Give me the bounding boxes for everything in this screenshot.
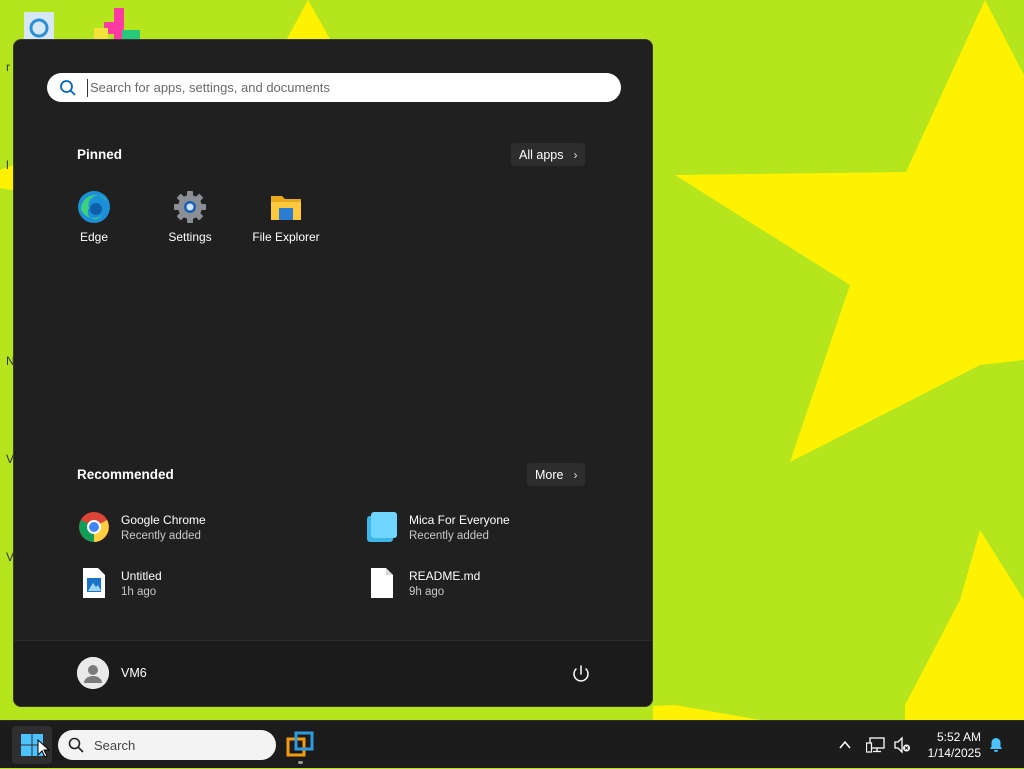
recommended-item-readme[interactable]: README.md 9h ago (365, 563, 635, 603)
user-account-button[interactable]: VM6 (77, 657, 147, 689)
pinned-app-label: Edge (79, 230, 109, 244)
chevron-right-icon: › (573, 147, 578, 162)
image-file-icon (77, 566, 111, 600)
start-menu-footer: VM6 (14, 640, 652, 706)
power-icon[interactable] (570, 663, 592, 685)
pinned-heading: Pinned (77, 147, 123, 162)
start-search-box[interactable] (47, 73, 621, 102)
pinned-app-label: File Explorer (252, 230, 320, 244)
all-apps-label: All apps (519, 147, 564, 162)
recommended-item-subtitle: 1h ago (121, 585, 157, 598)
recommended-item-name: Untitled (121, 568, 162, 583)
settings-gear-icon (173, 190, 207, 224)
recommended-item-chrome[interactable]: Google Chrome Recently added (77, 507, 347, 547)
mica-icon (365, 510, 399, 544)
user-name: VM6 (121, 666, 147, 680)
taskbar-search-label: Search (94, 737, 136, 753)
network-icon[interactable] (864, 721, 888, 769)
pinned-app-file-explorer[interactable]: File Explorer (241, 190, 331, 244)
desktop-label-fragment: l (6, 158, 9, 172)
chevron-right-icon: › (573, 467, 578, 482)
pinned-app-label: Settings (168, 230, 212, 244)
search-icon (68, 737, 84, 753)
taskbar-search-box[interactable]: Search (58, 730, 276, 760)
folder-icon (269, 190, 303, 224)
more-label: More (535, 467, 564, 482)
chevron-up-icon[interactable] (834, 721, 856, 769)
avatar (77, 657, 109, 689)
start-menu: Pinned All apps › Edge (13, 39, 653, 707)
taskbar-clock[interactable]: 5:52 AM 1/14/2025 (928, 729, 981, 761)
mouse-cursor-icon (37, 739, 51, 758)
chrome-icon (77, 510, 111, 544)
recommended-item-name: README.md (409, 568, 481, 583)
running-indicator (298, 761, 303, 764)
recommended-item-mica[interactable]: Mica For Everyone Recently added (365, 507, 635, 547)
recommended-item-subtitle: Recently added (409, 529, 489, 542)
recommended-item-subtitle: 9h ago (409, 585, 445, 598)
edge-icon (77, 190, 111, 224)
notification-bell-icon[interactable] (985, 721, 1007, 769)
all-apps-button[interactable]: All apps › (511, 143, 586, 166)
taskbar: Search 5:52 AM 1/14/2025 (0, 720, 1024, 768)
clock-time: 5:52 AM (936, 730, 981, 744)
recommended-item-subtitle: Recently added (121, 529, 201, 542)
pinned-app-edge[interactable]: Edge (49, 190, 139, 244)
desktop-label-fragment: r (6, 60, 10, 74)
clock-date: 1/14/2025 (927, 746, 981, 760)
pinned-app-settings[interactable]: Settings (145, 190, 235, 244)
recommended-item-name: Mica For Everyone (409, 512, 510, 527)
taskbar-app-vmware-icon[interactable] (286, 731, 314, 759)
recommended-heading: Recommended (77, 467, 174, 482)
more-button[interactable]: More › (527, 463, 586, 486)
volume-muted-icon[interactable] (891, 721, 913, 769)
search-icon (59, 79, 77, 97)
document-icon (365, 566, 399, 600)
start-search-input[interactable] (87, 78, 592, 97)
recommended-item-untitled[interactable]: Untitled 1h ago (77, 563, 347, 603)
recommended-item-name: Google Chrome (121, 512, 206, 527)
game-app-icon[interactable] (92, 8, 142, 43)
